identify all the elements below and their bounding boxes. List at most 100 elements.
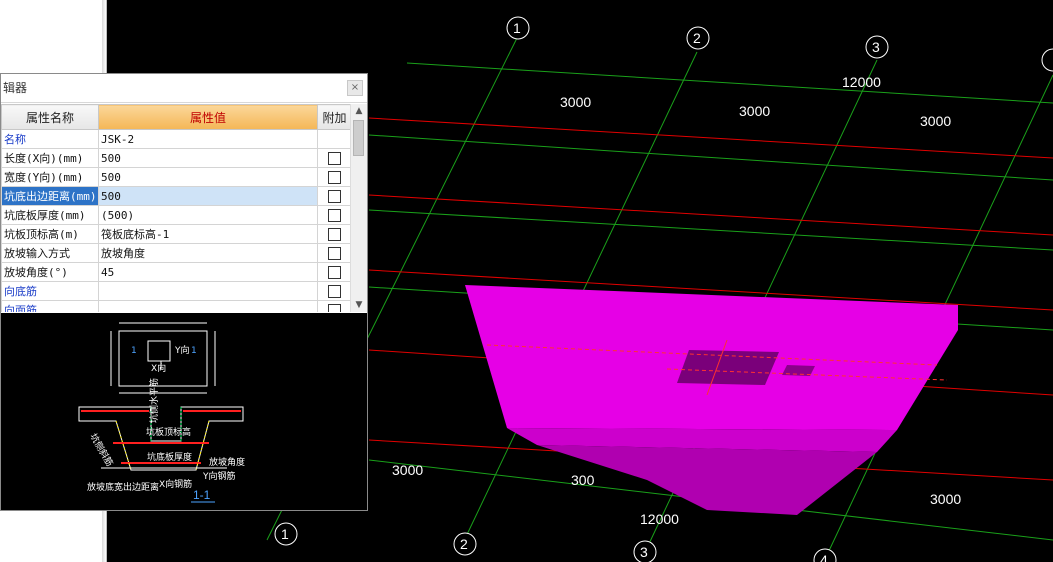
- axis-bubble-bottom-3: 3: [633, 540, 657, 562]
- property-extra-cell: [317, 243, 352, 263]
- property-value-cell[interactable]: (500): [98, 205, 318, 225]
- svg-text:1: 1: [513, 20, 521, 36]
- label-y-bar: Y向钢筋: [202, 470, 236, 482]
- section-diagram-canvas: X向 Y向 1 1 坑板顶标高 坑底板厚度 放坡角度 Y向钢筋 X向钢筋 放坡底…: [78, 322, 245, 503]
- property-name-cell[interactable]: 坑底出边距离(mm): [1, 186, 99, 206]
- property-row[interactable]: 名称 JSK-2: [1, 129, 352, 149]
- property-grid: 属性名称 属性值 附加 名称 JSK-2 长度(X向)(mm) 500 宽度(Y向)(m…: [1, 104, 367, 312]
- property-name-cell[interactable]: 宽度(Y向)(mm): [1, 167, 99, 187]
- label-slope-angle: 放坡角度: [209, 456, 245, 468]
- close-icon[interactable]: ×: [347, 80, 363, 96]
- header-property-name[interactable]: 属性名称: [1, 104, 99, 130]
- property-value-cell[interactable]: [98, 300, 318, 312]
- svg-text:12000: 12000: [640, 511, 679, 527]
- property-table: 属性名称 属性值 附加 名称 JSK-2 长度(X向)(mm) 500 宽度(Y向)(m…: [1, 104, 352, 312]
- plan-x-label: X向: [151, 362, 166, 374]
- extra-checkbox[interactable]: [328, 265, 341, 279]
- property-value-cell[interactable]: JSK-2: [98, 129, 318, 149]
- property-extra-cell: [317, 224, 352, 244]
- property-extra-cell: [317, 148, 352, 168]
- property-row[interactable]: 向底筋: [1, 281, 352, 301]
- label-top-elev: 坑板顶标高: [146, 426, 191, 438]
- extra-checkbox[interactable]: [328, 227, 341, 241]
- label-slab-thickness: 坑底板厚度: [147, 451, 192, 463]
- property-name-cell[interactable]: 放坡角度(°): [1, 262, 99, 282]
- property-row[interactable]: 宽度(Y向)(mm) 500: [1, 167, 352, 187]
- plan-y-label: Y向: [174, 344, 190, 356]
- section-marker-right: 1: [191, 346, 197, 356]
- property-value-cell[interactable]: 500: [98, 167, 318, 187]
- header-extra[interactable]: 附加: [317, 104, 352, 130]
- axis-bubble-bottom-2: 2: [453, 532, 477, 556]
- svg-text:3000: 3000: [920, 113, 951, 129]
- property-name-cell[interactable]: 坑板顶标高(m): [1, 224, 99, 244]
- svg-text:3000: 3000: [930, 491, 961, 507]
- arrow-up-icon[interactable]: ▲: [351, 104, 367, 118]
- property-value-cell[interactable]: 500: [98, 186, 318, 206]
- scrollbar-thumb[interactable]: [353, 120, 364, 156]
- property-scrollbar[interactable]: ▲ ▼: [350, 104, 367, 312]
- header-property-value[interactable]: 属性值: [98, 104, 318, 130]
- property-row[interactable]: 坑底出边距离(mm) 500: [1, 186, 352, 206]
- svg-text:3: 3: [872, 39, 880, 55]
- extra-checkbox[interactable]: [328, 170, 341, 184]
- extra-checkbox[interactable]: [328, 284, 341, 298]
- plan-view: [110, 322, 216, 394]
- extra-checkbox[interactable]: [328, 151, 341, 165]
- axis-bubble-top-1: 1: [506, 16, 530, 40]
- property-name-cell[interactable]: 名称: [1, 129, 99, 149]
- svg-text:2: 2: [693, 30, 701, 46]
- panel-title: 辑器 ×: [1, 74, 367, 103]
- property-row[interactable]: 放坡输入方式 放坡角度: [1, 243, 352, 263]
- property-row[interactable]: 放坡角度(°) 45: [1, 262, 352, 282]
- axis-bubble-top-2: 2: [686, 26, 710, 50]
- property-extra-cell: [317, 167, 352, 187]
- property-name-cell[interactable]: 坑底板厚度(mm): [1, 205, 99, 225]
- label-wall-bar: 坑侧水平筋: [148, 378, 160, 423]
- property-extra-cell: [317, 300, 352, 312]
- property-value-cell[interactable]: [98, 281, 318, 301]
- svg-text:12000: 12000: [842, 74, 881, 90]
- axis-bubble-bottom-1: 1: [274, 522, 298, 546]
- label-x-bar: X向钢筋: [159, 478, 192, 490]
- svg-text:3000: 3000: [560, 94, 591, 110]
- label-edge-dist: 放坡底宽出边距离: [87, 481, 159, 493]
- extra-checkbox[interactable]: [328, 246, 341, 260]
- svg-text:3000: 3000: [392, 462, 423, 478]
- property-row[interactable]: 长度(X向)(mm) 500: [1, 148, 352, 168]
- extra-checkbox[interactable]: [328, 189, 341, 203]
- section-title: 1-1: [193, 488, 211, 502]
- section-diagram: X向 Y向 1 1 坑板顶标高 坑底板厚度 放坡角度 Y向钢筋 X向钢筋 放坡底…: [1, 313, 367, 510]
- property-row[interactable]: 向面筋: [1, 300, 352, 312]
- extra-checkbox[interactable]: [328, 208, 341, 222]
- property-name-cell[interactable]: 放坡输入方式: [1, 243, 99, 263]
- property-value-cell[interactable]: 放坡角度: [98, 243, 318, 263]
- property-value-cell[interactable]: 45: [98, 262, 318, 282]
- property-extra-cell: [317, 205, 352, 225]
- arrow-down-icon[interactable]: ▼: [351, 298, 367, 312]
- extra-checkbox[interactable]: [328, 303, 341, 312]
- property-value-cell[interactable]: 筏板底标高-1: [98, 224, 318, 244]
- property-extra-cell: [317, 262, 352, 282]
- svg-text:3: 3: [640, 544, 648, 560]
- property-row[interactable]: 坑板顶标高(m) 筏板底标高-1: [1, 224, 352, 244]
- property-value-cell[interactable]: 500: [98, 148, 318, 168]
- svg-text:1: 1: [281, 526, 289, 542]
- svg-text:4: 4: [820, 552, 828, 562]
- property-row[interactable]: 坑底板厚度(mm) (500): [1, 205, 352, 225]
- property-name-cell[interactable]: 向底筋: [1, 281, 99, 301]
- property-name-cell[interactable]: 长度(X向)(mm): [1, 148, 99, 168]
- svg-text:2: 2: [460, 536, 468, 552]
- axis-bubble-top-3: 3: [865, 35, 889, 59]
- property-editor-panel: 辑器 × 属性名称 属性值 附加 名称 JSK-2 长度(X向)(mm) 500 宽度(…: [0, 73, 368, 511]
- property-extra-cell: [317, 129, 352, 149]
- label-side-bar: 坑侧斜筋: [87, 431, 115, 468]
- section-marker-left: 1: [131, 346, 137, 356]
- property-extra-cell: [317, 281, 352, 301]
- panel-title-text: 辑器: [3, 81, 28, 95]
- property-name-cell[interactable]: 向面筋: [1, 300, 99, 312]
- property-rows: 名称 JSK-2 长度(X向)(mm) 500 宽度(Y向)(mm) 500 坑底出边距离(…: [1, 129, 352, 312]
- property-extra-cell: [317, 186, 352, 206]
- svg-text:300: 300: [571, 472, 595, 488]
- svg-text:3000: 3000: [739, 103, 770, 119]
